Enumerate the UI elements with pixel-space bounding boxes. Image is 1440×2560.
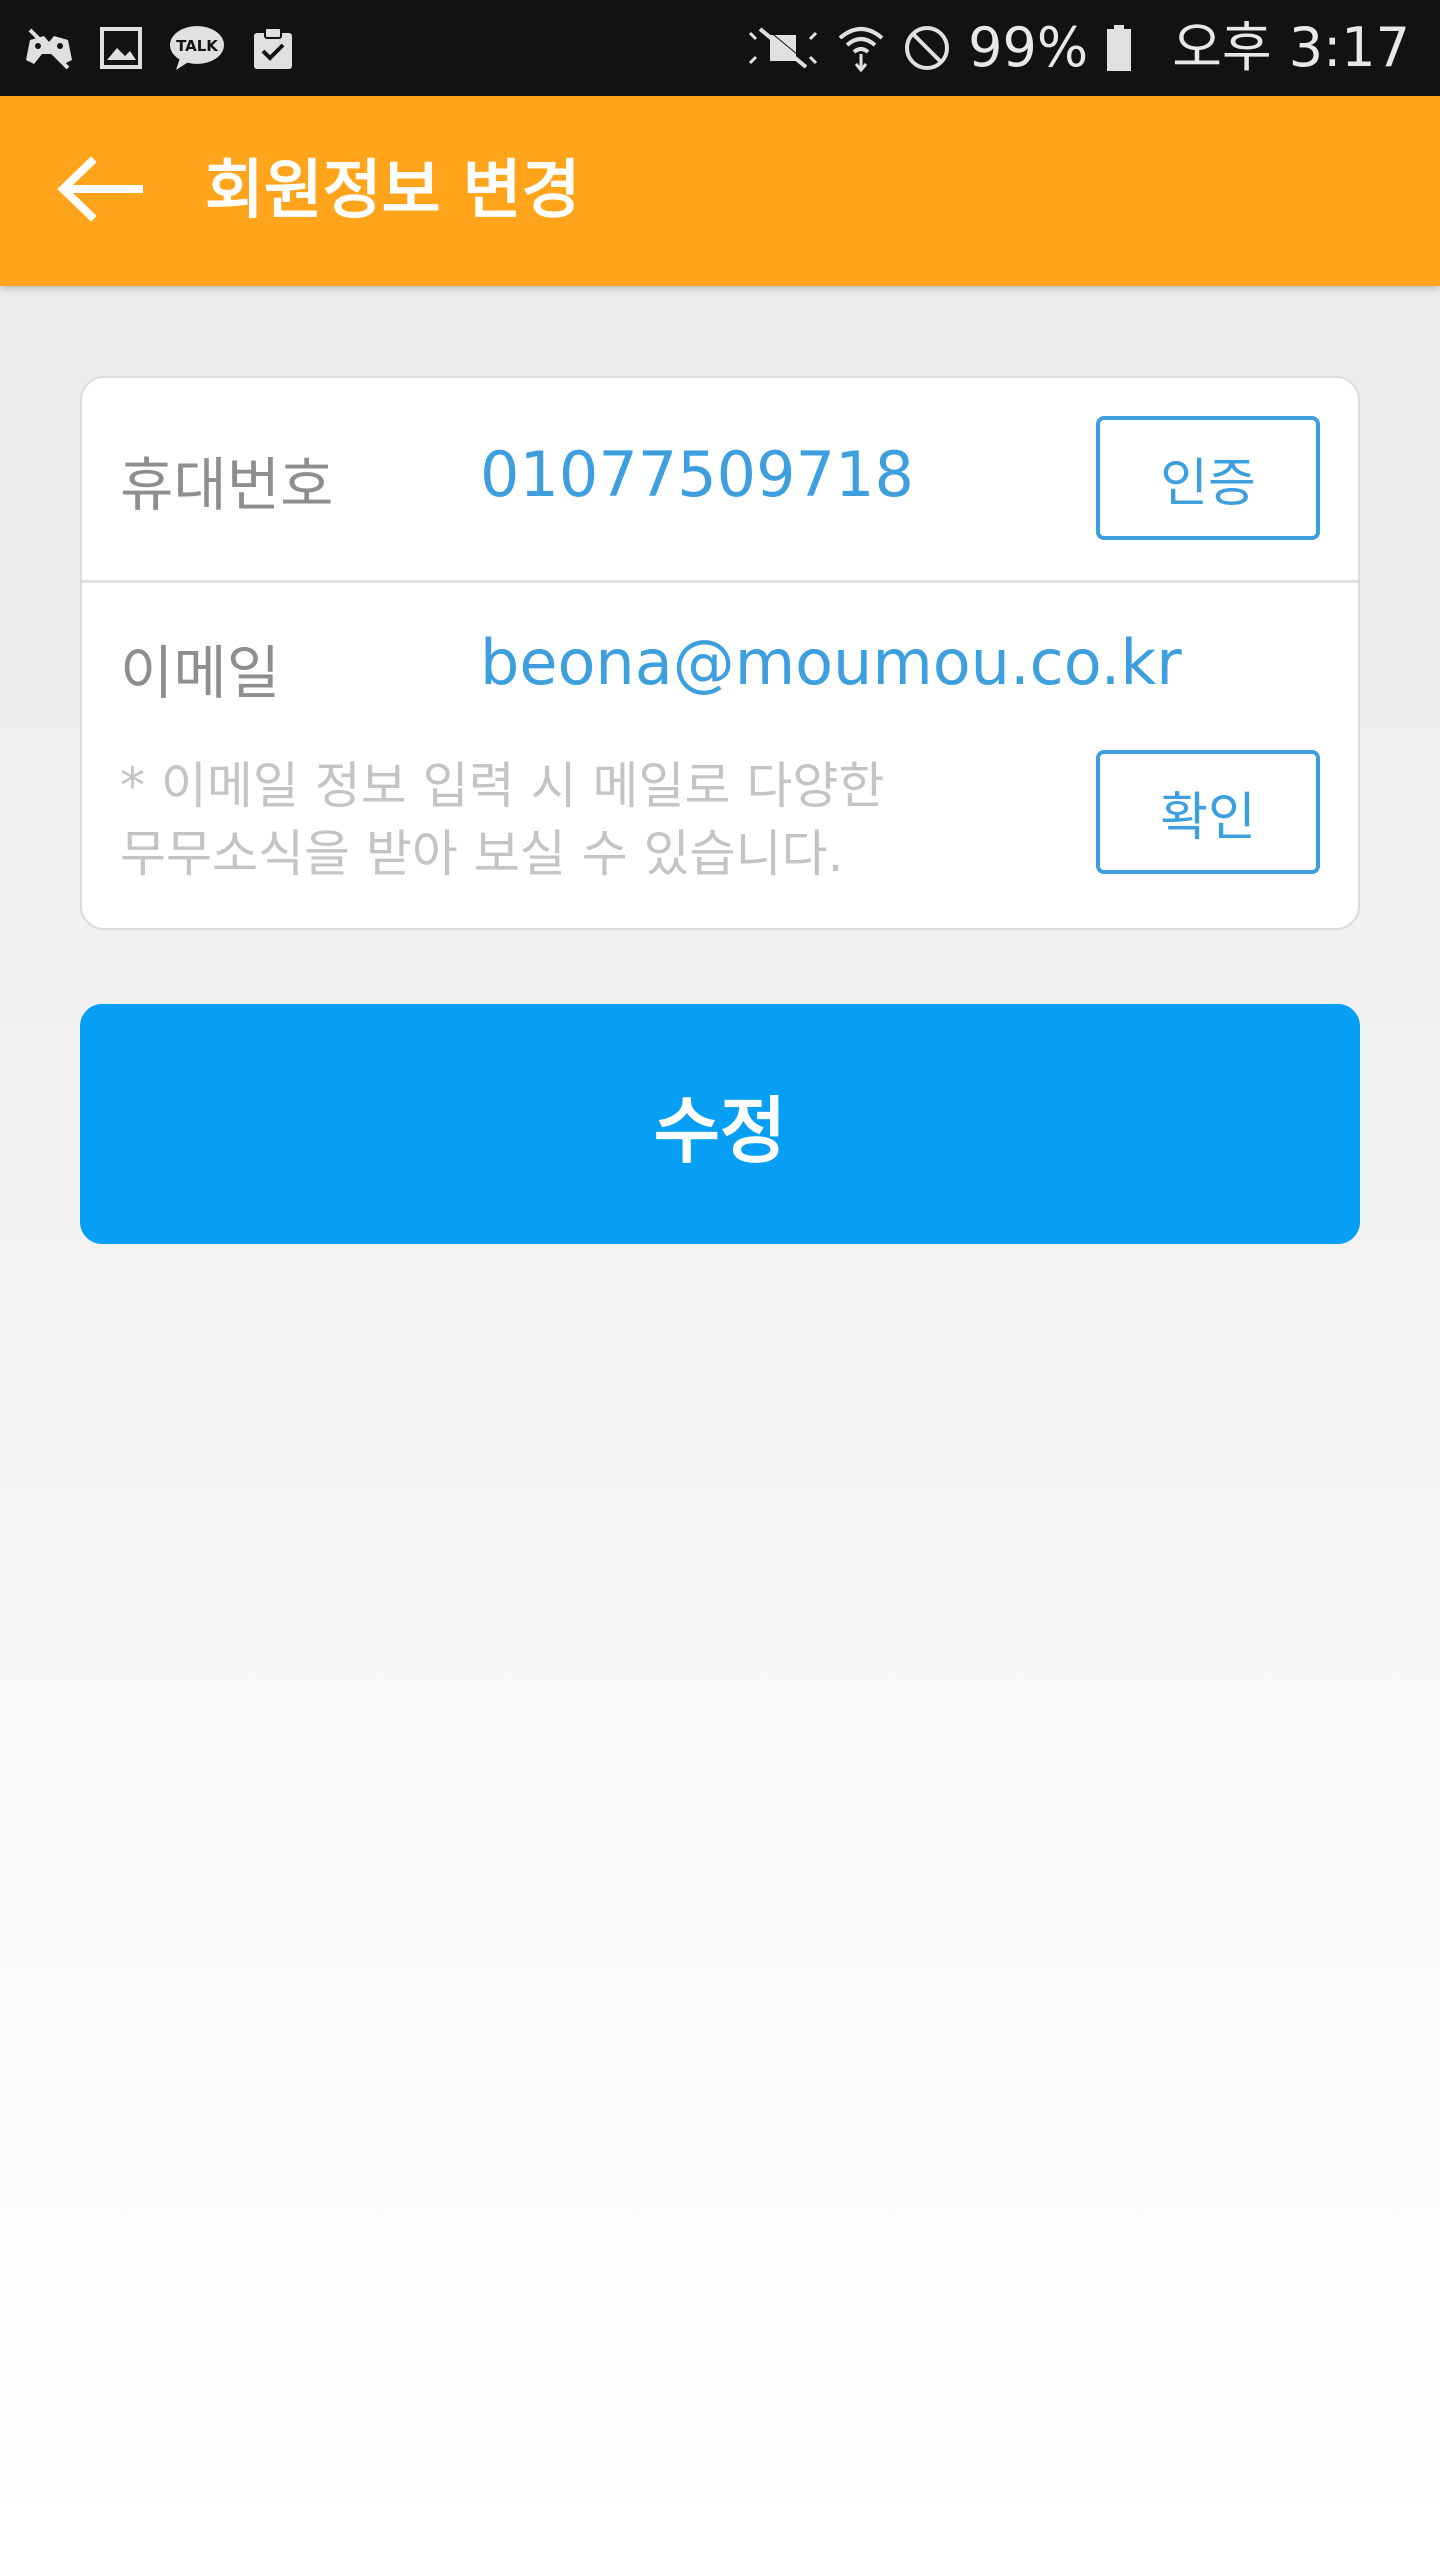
back-button[interactable] bbox=[50, 146, 150, 236]
member-info-card: 휴대번호 01077509718 인증 이메일 beona@moumou.co.… bbox=[80, 376, 1360, 930]
battery-icon bbox=[1104, 23, 1134, 73]
email-label: 이메일 bbox=[120, 639, 281, 707]
email-hint-line: 무무소식을 받아 보실 수 있습니다. bbox=[120, 825, 844, 883]
phone-label: 휴대번호 bbox=[120, 451, 334, 519]
talk-badge-text: TALK bbox=[176, 37, 219, 55]
email-field[interactable]: beona@moumou.co.kr bbox=[480, 626, 1182, 699]
clipboard-check-icon bbox=[248, 23, 298, 73]
email-hint-line: * 이메일 정보 입력 시 메일로 다양한 bbox=[120, 757, 885, 815]
verify-button[interactable]: 인증 bbox=[1096, 416, 1320, 540]
row-divider bbox=[82, 580, 1358, 583]
app-bar: 회원정보 변경 bbox=[0, 96, 1440, 286]
email-hint: * 이메일 정보 입력 시 메일로 다양한 무무소식을 받아 보실 수 있습니다… bbox=[120, 752, 960, 888]
notification-icons: TALK bbox=[24, 0, 298, 96]
game-controller-icon bbox=[24, 23, 74, 73]
battery-percent: 99% bbox=[968, 16, 1089, 79]
system-status: 99% 오후 3:17 bbox=[746, 0, 1410, 96]
clock: 오후 3:17 bbox=[1172, 16, 1410, 79]
kakaotalk-icon: TALK bbox=[168, 23, 226, 73]
do-not-disturb-icon bbox=[902, 23, 952, 73]
page-title: 회원정보 변경 bbox=[205, 154, 581, 228]
confirm-email-button[interactable]: 확인 bbox=[1096, 750, 1320, 874]
wifi-icon bbox=[836, 23, 886, 73]
arrow-left-icon bbox=[55, 154, 145, 228]
phone-field[interactable]: 01077509718 bbox=[480, 438, 914, 511]
mute-icon bbox=[746, 23, 820, 73]
image-icon bbox=[96, 23, 146, 73]
submit-button[interactable]: 수정 bbox=[80, 1004, 1360, 1244]
status-bar: TALK 99% 오후 3:17 bbox=[0, 0, 1440, 96]
